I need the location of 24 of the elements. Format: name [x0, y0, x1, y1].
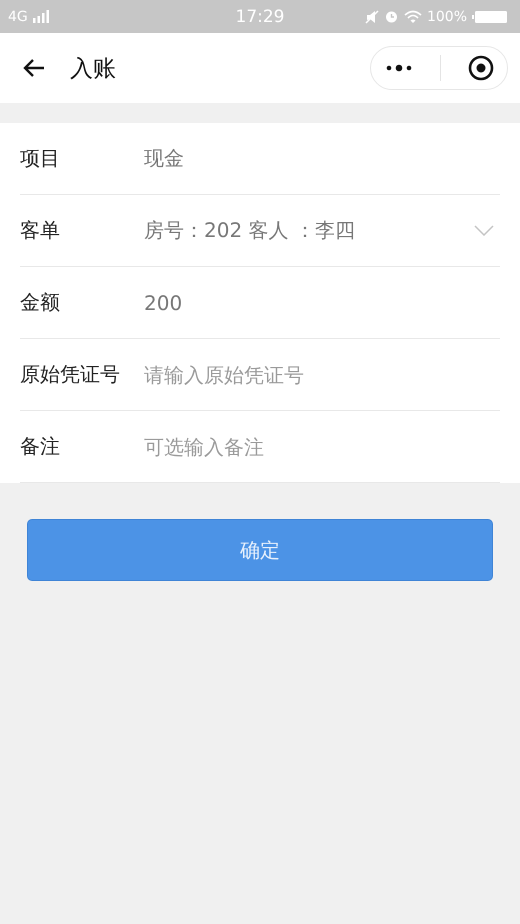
wifi-icon	[404, 10, 422, 24]
input-field[interactable]: 可选输入备注	[144, 434, 500, 458]
field-label: 项目	[20, 145, 61, 172]
mute-icon	[364, 10, 379, 24]
field-label: 备注	[20, 433, 61, 460]
input-field[interactable]: 200	[144, 290, 500, 314]
field-label: 原始凭证号	[20, 361, 121, 388]
chevron-down-icon	[474, 225, 494, 236]
more-icon[interactable]	[384, 64, 412, 72]
confirm-button[interactable]: 确定	[27, 519, 493, 581]
field-label: 金额	[20, 289, 61, 316]
input-field[interactable]: 现金	[144, 146, 500, 170]
alarm-icon	[384, 9, 399, 24]
status-time: 17:29	[236, 6, 284, 26]
battery-percent: 100%	[426, 8, 467, 24]
input-field[interactable]: 请输入原始凭证号	[144, 362, 500, 386]
select-field[interactable]: 房号：202 客人 ：李四	[144, 217, 500, 244]
signal-icon	[32, 10, 51, 24]
field-label: 客单	[20, 217, 61, 244]
network-label: 4G	[8, 8, 28, 24]
page-title: 入账	[70, 54, 116, 84]
back-arrow-icon[interactable]	[22, 58, 46, 78]
close-target-icon[interactable]	[468, 55, 494, 81]
battery-icon	[472, 10, 508, 24]
